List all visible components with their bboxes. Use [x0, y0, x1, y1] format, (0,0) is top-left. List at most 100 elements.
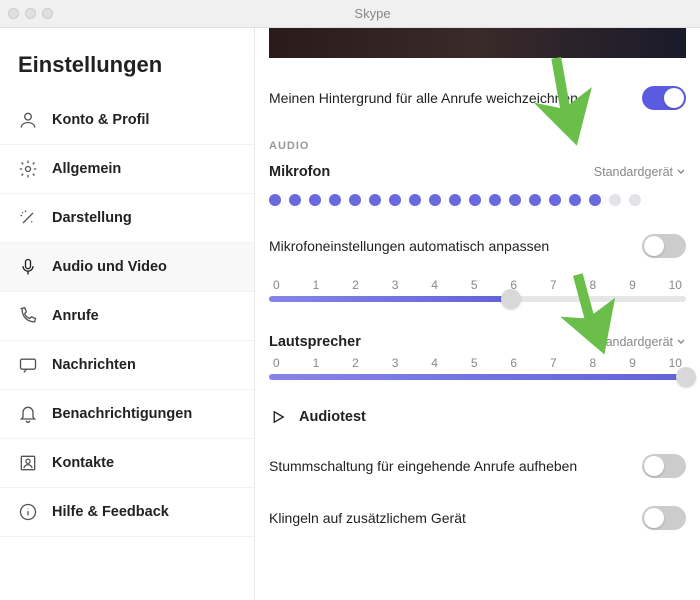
level-dot: [489, 194, 501, 206]
sidebar-item-audio-video[interactable]: Audio und Video: [0, 243, 254, 292]
speaker-slider-track[interactable]: [269, 374, 686, 380]
sidebar-item-contacts[interactable]: Kontakte: [0, 439, 254, 488]
zoom-dot[interactable]: [42, 8, 53, 19]
speaker-slider-thumb[interactable]: [676, 367, 696, 387]
audiotest-label: Audiotest: [299, 409, 366, 425]
mic-auto-label: Mikrofoneinstellungen automatisch anpass…: [269, 238, 642, 254]
level-dot: [389, 194, 401, 206]
microphone-device-text: Standardgerät: [594, 165, 673, 179]
audiotest-button[interactable]: Audiotest: [269, 394, 686, 440]
titlebar: Skype: [0, 0, 700, 28]
unmute-toggle[interactable]: [642, 454, 686, 478]
level-dot: [309, 194, 321, 206]
mic-slider-thumb[interactable]: [501, 289, 521, 309]
level-dot: [429, 194, 441, 206]
blur-background-label: Meinen Hintergrund für alle Anrufe weich…: [269, 90, 642, 106]
mic-slider-track[interactable]: [269, 296, 686, 302]
tick-label: 1: [313, 278, 320, 292]
main-panel: Meinen Hintergrund für alle Anrufe weich…: [255, 28, 700, 600]
tick-label: 7: [550, 356, 557, 370]
tick-label: 0: [273, 278, 280, 292]
blur-background-toggle[interactable]: [642, 86, 686, 110]
level-dot: [409, 194, 421, 206]
sidebar-item-appearance[interactable]: Darstellung: [0, 194, 254, 243]
mic-auto-row: Mikrofoneinstellungen automatisch anpass…: [269, 220, 686, 272]
level-dot: [569, 194, 581, 206]
sidebar-item-label: Audio und Video: [52, 259, 167, 275]
tick-label: 10: [669, 278, 682, 292]
contacts-icon: [18, 453, 38, 473]
speaker-device-select[interactable]: Standardgerät: [594, 335, 686, 349]
level-dot: [349, 194, 361, 206]
sidebar-item-calls[interactable]: Anrufe: [0, 292, 254, 341]
tick-label: 9: [629, 356, 636, 370]
video-preview: [269, 28, 686, 58]
ring-row: Klingeln auf zusätzlichem Gerät: [269, 492, 686, 544]
sidebar-item-general[interactable]: Allgemein: [0, 145, 254, 194]
microphone-row: Mikrofon Standardgerät: [269, 152, 686, 180]
tick-label: 3: [392, 356, 399, 370]
person-icon: [18, 110, 38, 130]
mic-auto-toggle[interactable]: [642, 234, 686, 258]
speaker-device-text: Standardgerät: [594, 335, 673, 349]
tick-label: 8: [590, 278, 597, 292]
speaker-label: Lautsprecher: [269, 334, 361, 350]
blur-background-row: Meinen Hintergrund für alle Anrufe weich…: [269, 72, 686, 124]
tick-label: 3: [392, 278, 399, 292]
level-dot: [609, 194, 621, 206]
tick-label: 2: [352, 356, 359, 370]
level-dot: [469, 194, 481, 206]
microphone-device-select[interactable]: Standardgerät: [594, 165, 686, 179]
unmute-label: Stummschaltung für eingehende Anrufe auf…: [269, 458, 642, 474]
tick-label: 8: [590, 356, 597, 370]
sidebar-item-label: Kontakte: [52, 455, 114, 471]
tick-label: 7: [550, 278, 557, 292]
tick-label: 1: [313, 356, 320, 370]
close-dot[interactable]: [8, 8, 19, 19]
microphone-level: [269, 180, 686, 220]
level-dot: [289, 194, 301, 206]
ring-label: Klingeln auf zusätzlichem Gerät: [269, 510, 642, 526]
bell-icon: [18, 404, 38, 424]
info-icon: [18, 502, 38, 522]
sidebar-item-messages[interactable]: Nachrichten: [0, 341, 254, 390]
level-dot: [589, 194, 601, 206]
tick-label: 5: [471, 356, 478, 370]
level-dot: [509, 194, 521, 206]
speaker-row: Lautsprecher Standardgerät: [269, 316, 686, 350]
level-dot: [369, 194, 381, 206]
sidebar-item-label: Nachrichten: [52, 357, 136, 373]
sidebar-item-label: Anrufe: [52, 308, 99, 324]
sidebar-item-account[interactable]: Konto & Profil: [0, 96, 254, 145]
tick-label: 2: [352, 278, 359, 292]
window-controls: [8, 8, 53, 19]
tick-label: 5: [471, 278, 478, 292]
level-dot: [529, 194, 541, 206]
tick-label: 6: [510, 356, 517, 370]
ring-toggle[interactable]: [642, 506, 686, 530]
phone-icon: [18, 306, 38, 326]
level-dot: [549, 194, 561, 206]
microphone-label: Mikrofon: [269, 164, 330, 180]
level-dot: [449, 194, 461, 206]
sidebar-item-help[interactable]: Hilfe & Feedback: [0, 488, 254, 537]
level-dot: [629, 194, 641, 206]
sidebar-item-label: Benachrichtigungen: [52, 406, 192, 422]
sidebar-item-notifications[interactable]: Benachrichtigungen: [0, 390, 254, 439]
sidebar: Einstellungen Konto & Profil Allgemein D…: [0, 28, 255, 600]
chat-icon: [18, 355, 38, 375]
gear-icon: [18, 159, 38, 179]
level-dot: [329, 194, 341, 206]
section-audio-head: AUDIO: [269, 124, 686, 152]
tick-label: 9: [629, 278, 636, 292]
slider-ticks: 012345678910: [269, 356, 686, 374]
chevron-down-icon: [676, 337, 686, 347]
tick-label: 4: [431, 356, 438, 370]
sidebar-item-label: Hilfe & Feedback: [52, 504, 169, 520]
chevron-down-icon: [676, 167, 686, 177]
sidebar-item-label: Allgemein: [52, 161, 121, 177]
sidebar-item-label: Darstellung: [52, 210, 132, 226]
mic-slider: 012345678910: [269, 272, 686, 316]
microphone-icon: [18, 257, 38, 277]
minimize-dot[interactable]: [25, 8, 36, 19]
